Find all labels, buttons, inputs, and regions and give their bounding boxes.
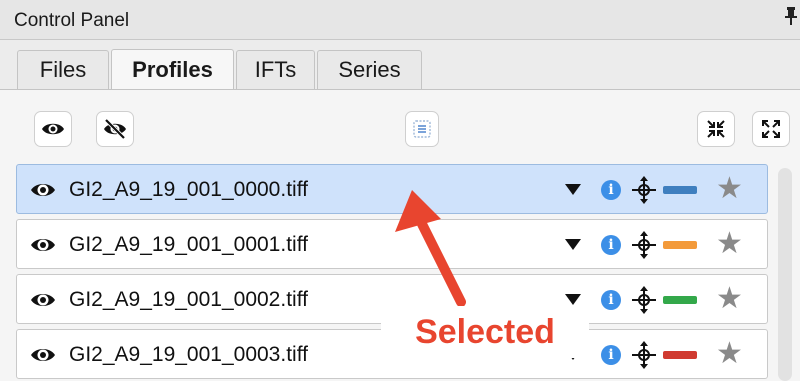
tab-bar: Files Profiles IFTs Series bbox=[17, 49, 424, 90]
profile-filename: GI2_A9_19_001_0003.tiff bbox=[69, 343, 308, 366]
eye-slash-icon bbox=[104, 119, 126, 139]
selected-annotation-label: Selected bbox=[381, 306, 589, 358]
profile-row[interactable]: GI2_A9_19_001_0000.tiff i ★ bbox=[16, 164, 768, 214]
eye-icon[interactable] bbox=[29, 178, 57, 202]
star-icon[interactable]: ★ bbox=[716, 283, 743, 315]
pin-icon[interactable] bbox=[784, 6, 798, 31]
move-icon[interactable] bbox=[631, 286, 657, 314]
eye-icon[interactable] bbox=[29, 343, 57, 367]
vertical-scrollbar[interactable] bbox=[778, 168, 792, 381]
expand-all-button[interactable] bbox=[752, 111, 790, 147]
eye-icon[interactable] bbox=[29, 233, 57, 257]
collapse-icon bbox=[707, 120, 725, 138]
show-all-button[interactable] bbox=[34, 111, 72, 147]
profile-filename: GI2_A9_19_001_0000.tiff bbox=[69, 178, 308, 201]
move-icon[interactable] bbox=[631, 341, 657, 369]
info-icon[interactable]: i bbox=[601, 235, 621, 255]
tab-label: Series bbox=[338, 57, 401, 82]
eye-icon[interactable] bbox=[29, 288, 57, 312]
tab-ifts[interactable]: IFTs bbox=[236, 50, 315, 89]
info-icon[interactable]: i bbox=[601, 180, 621, 200]
info-icon[interactable]: i bbox=[601, 345, 621, 365]
caret-down-icon[interactable] bbox=[564, 237, 582, 251]
profile-filename: GI2_A9_19_001_0001.tiff bbox=[69, 233, 308, 256]
tab-profiles[interactable]: Profiles bbox=[111, 49, 234, 90]
move-icon[interactable] bbox=[631, 231, 657, 259]
tab-series[interactable]: Series bbox=[317, 50, 422, 89]
line-color-swatch[interactable] bbox=[663, 186, 697, 194]
line-color-swatch[interactable] bbox=[663, 241, 697, 249]
profile-filename: GI2_A9_19_001_0002.tiff bbox=[69, 288, 308, 311]
window-title: Control Panel bbox=[14, 10, 130, 31]
hide-all-button[interactable] bbox=[96, 111, 134, 147]
line-color-swatch[interactable] bbox=[663, 296, 697, 304]
info-icon[interactable]: i bbox=[601, 290, 621, 310]
collapse-all-button[interactable] bbox=[697, 111, 735, 147]
move-icon[interactable] bbox=[631, 176, 657, 204]
star-icon[interactable]: ★ bbox=[716, 338, 743, 370]
tab-label: Files bbox=[39, 57, 87, 82]
tab-label: Profiles bbox=[132, 57, 213, 82]
tab-label: IFTs bbox=[254, 57, 297, 82]
caret-down-icon[interactable] bbox=[564, 182, 582, 196]
line-color-swatch[interactable] bbox=[663, 351, 697, 359]
star-icon[interactable]: ★ bbox=[716, 173, 743, 205]
star-icon[interactable]: ★ bbox=[716, 228, 743, 260]
select-all-button[interactable] bbox=[405, 111, 439, 147]
tab-files[interactable]: Files bbox=[17, 50, 109, 89]
expand-icon bbox=[762, 120, 780, 138]
eye-icon bbox=[42, 123, 64, 135]
list-icon bbox=[413, 120, 431, 138]
caret-down-icon[interactable] bbox=[564, 292, 582, 306]
profile-row[interactable]: GI2_A9_19_001_0001.tiff i ★ bbox=[16, 219, 768, 269]
control-panel-titlebar: Control Panel bbox=[0, 0, 800, 40]
